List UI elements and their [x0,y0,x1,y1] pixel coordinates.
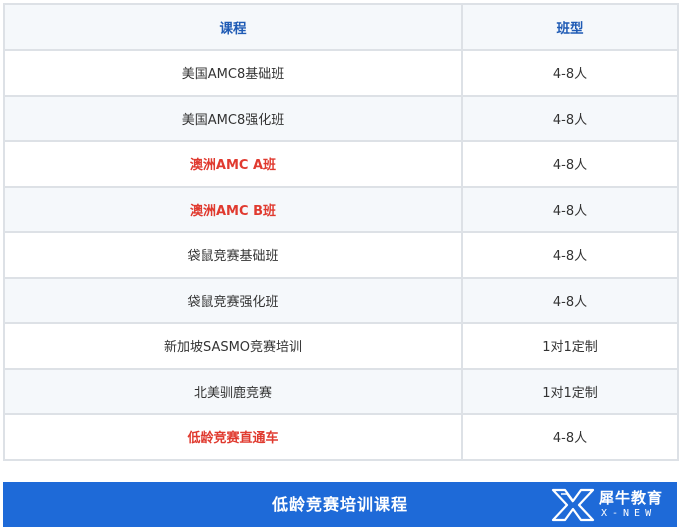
footer-banner: 低龄竞赛培训课程 犀牛教育 X-NEW [3,482,677,527]
course-cell: 袋鼠竞赛强化班 [3,276,463,324]
logo-chinese-name: 犀牛教育 [599,489,664,507]
course-cell: 美国AMC8强化班 [3,94,463,142]
brand-logo: 犀牛教育 X-NEW [551,486,671,524]
course-table: 课程 班型 美国AMC8基础班 4-8人 美国AMC8强化班 4-8人 澳洲AMC A班… [3,3,679,461]
table-row: 低龄竞赛直通车 4-8人 [3,413,679,461]
course-cell: 澳洲AMC B班 [3,185,463,233]
x-new-logo-icon [551,488,595,522]
table-row: 北美驯鹿竞赛 1对1定制 [3,367,679,415]
course-cell: 美国AMC8基础班 [3,49,463,97]
table-row: 美国AMC8强化班 4-8人 [3,94,679,142]
course-cell: 北美驯鹿竞赛 [3,367,463,415]
course-cell: 低龄竞赛直通车 [3,413,463,461]
column-header-class-type: 班型 [461,3,679,51]
table-row: 美国AMC8基础班 4-8人 [3,49,679,97]
class-type-cell: 1对1定制 [461,322,679,370]
table-row: 澳洲AMC B班 4-8人 [3,185,679,233]
class-type-cell: 4-8人 [461,49,679,97]
class-type-cell: 4-8人 [461,185,679,233]
course-page: 课程 班型 美国AMC8基础班 4-8人 美国AMC8强化班 4-8人 澳洲AMC A班… [0,0,680,529]
class-type-cell: 1对1定制 [461,367,679,415]
table-row: 澳洲AMC A班 4-8人 [3,140,679,188]
table-row: 新加坡SASMO竞赛培训 1对1定制 [3,322,679,370]
table-row: 袋鼠竞赛强化班 4-8人 [3,276,679,324]
class-type-cell: 4-8人 [461,413,679,461]
column-header-course: 课程 [3,3,463,51]
class-type-cell: 4-8人 [461,231,679,279]
table-header-row: 课程 班型 [3,3,679,51]
course-cell: 澳洲AMC A班 [3,140,463,188]
course-cell: 新加坡SASMO竞赛培训 [3,322,463,370]
class-type-cell: 4-8人 [461,140,679,188]
class-type-cell: 4-8人 [461,94,679,142]
class-type-cell: 4-8人 [461,276,679,324]
course-cell: 袋鼠竞赛基础班 [3,231,463,279]
logo-english-name: X-NEW [601,508,657,519]
table-row: 袋鼠竞赛基础班 4-8人 [3,231,679,279]
